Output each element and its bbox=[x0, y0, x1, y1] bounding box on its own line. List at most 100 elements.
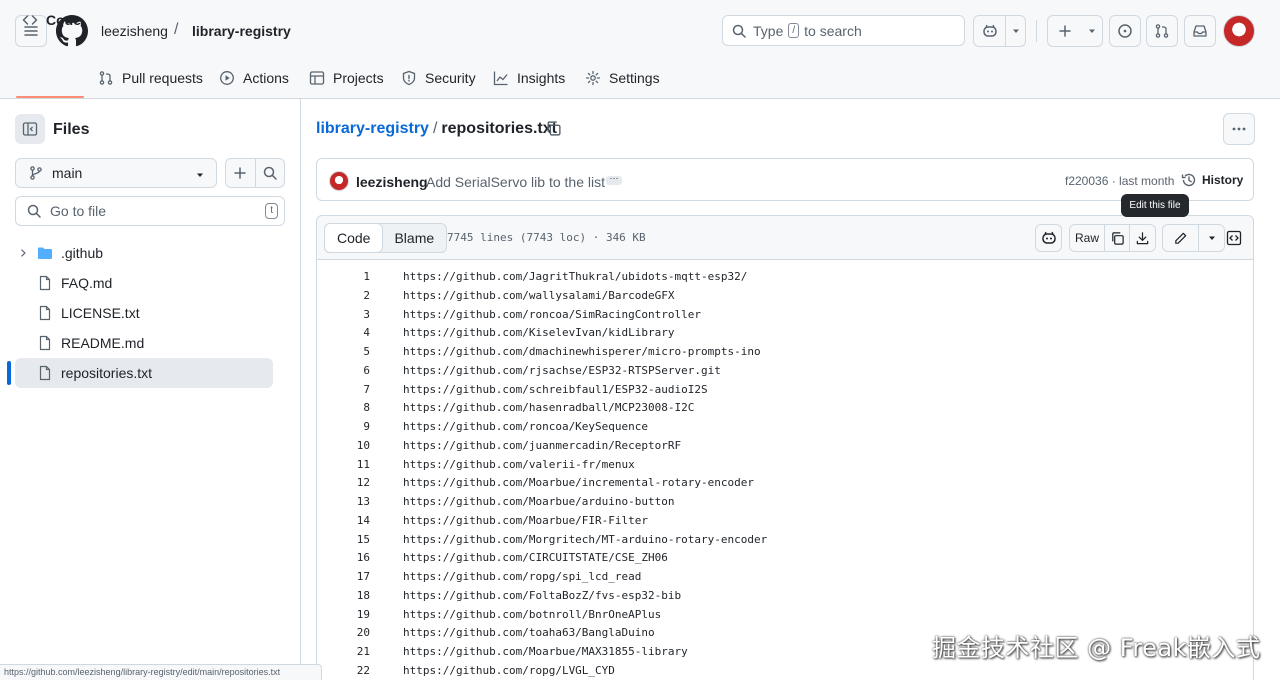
line-text: https://github.com/roncoa/KeySequence bbox=[403, 420, 649, 433]
create-new-split-button[interactable] bbox=[1047, 15, 1103, 47]
breadcrumb-separator: / bbox=[432, 120, 438, 137]
line-number[interactable]: 14 bbox=[317, 514, 370, 527]
user-avatar[interactable] bbox=[1223, 15, 1255, 47]
breadcrumb-repo-link[interactable]: library-registry bbox=[316, 120, 429, 137]
pull-requests-button[interactable] bbox=[1146, 15, 1178, 47]
table-icon bbox=[309, 71, 325, 85]
copilot-split-button[interactable] bbox=[973, 15, 1026, 47]
copilot-dropdown[interactable] bbox=[1005, 16, 1025, 46]
line-number[interactable]: 10 bbox=[317, 439, 370, 452]
shield-icon bbox=[402, 70, 416, 86]
search-files-button[interactable] bbox=[254, 159, 285, 187]
tree-item-readme[interactable]: README.md bbox=[15, 328, 273, 358]
tab-pull-requests[interactable]: Pull requests bbox=[98, 58, 203, 98]
line-number[interactable]: 11 bbox=[317, 458, 370, 471]
add-file-button[interactable] bbox=[226, 159, 255, 187]
edit-file-button[interactable] bbox=[1163, 225, 1198, 251]
go-to-file-input[interactable]: Go to file t bbox=[15, 196, 285, 226]
copy-raw-button[interactable] bbox=[1104, 225, 1129, 251]
triangle-down-icon bbox=[1089, 29, 1095, 33]
code-view-button[interactable]: Code bbox=[324, 223, 384, 253]
copilot-button[interactable] bbox=[974, 16, 1005, 46]
copy-path-icon[interactable] bbox=[545, 120, 562, 137]
commit-expand-button[interactable]: ··· bbox=[606, 174, 622, 185]
tree-item-license[interactable]: LICENSE.txt bbox=[15, 298, 273, 328]
line-number[interactable]: 5 bbox=[317, 345, 370, 358]
line-text: https://github.com/schreibfaul1/ESP32-au… bbox=[403, 382, 708, 396]
tab-settings-label: Settings bbox=[609, 70, 660, 86]
file-icon bbox=[39, 275, 51, 291]
tab-insights-label: Insights bbox=[517, 70, 566, 86]
commit-author[interactable]: leezisheng bbox=[356, 174, 428, 190]
issues-button[interactable] bbox=[1109, 15, 1141, 47]
blame-view-button[interactable]: Blame bbox=[382, 224, 446, 252]
line-text: https://github.com/wallysalami/BarcodeGF… bbox=[403, 288, 675, 302]
download-raw-button[interactable] bbox=[1129, 225, 1154, 251]
line-text: https://github.com/ropg/spi_lcd_read bbox=[403, 570, 642, 583]
line-number[interactable]: 8 bbox=[317, 401, 370, 414]
raw-button[interactable]: Raw bbox=[1070, 225, 1104, 251]
line-number[interactable]: 16 bbox=[317, 551, 370, 564]
line-number[interactable]: 17 bbox=[317, 570, 370, 583]
create-new-button[interactable] bbox=[1048, 16, 1082, 46]
line-number[interactable]: 7 bbox=[317, 383, 370, 396]
commit-author-avatar[interactable] bbox=[329, 171, 349, 191]
tree-item-repositories[interactable]: repositories.txt bbox=[15, 358, 273, 388]
edit-split-button bbox=[1162, 224, 1225, 252]
line-number[interactable]: 3 bbox=[317, 308, 370, 321]
collapse-sidebar-button[interactable] bbox=[15, 114, 45, 144]
line-number[interactable]: 20 bbox=[317, 626, 370, 639]
repo-owner-link[interactable]: leezisheng bbox=[101, 23, 168, 39]
symbols-panel-button[interactable] bbox=[1220, 224, 1248, 252]
tab-insights[interactable]: Insights bbox=[493, 58, 565, 98]
code-line: 8 https://github.com/hasenradball/MCP2300… bbox=[317, 398, 1253, 417]
line-number[interactable]: 1 bbox=[317, 270, 370, 283]
line-number[interactable]: 18 bbox=[317, 589, 370, 602]
tree-item-faq[interactable]: FAQ.md bbox=[15, 268, 273, 298]
tab-actions[interactable]: Actions bbox=[219, 58, 289, 98]
commit-message[interactable]: Add SerialServo lib to the list bbox=[426, 174, 605, 190]
line-number[interactable]: 6 bbox=[317, 364, 370, 377]
tab-security-label: Security bbox=[425, 70, 476, 86]
line-text: https://github.com/Moarbue/MAX31855-libr… bbox=[403, 645, 688, 658]
line-number[interactable]: 9 bbox=[317, 420, 370, 433]
more-options-button[interactable] bbox=[1223, 113, 1255, 145]
line-number[interactable]: 15 bbox=[317, 533, 370, 546]
line-number[interactable]: 13 bbox=[317, 495, 370, 508]
tab-projects[interactable]: Projects bbox=[309, 58, 384, 98]
code-line: 2 https://github.com/wallysalami/BarcodeG… bbox=[317, 286, 1253, 305]
search-input[interactable]: Type / to search bbox=[722, 15, 965, 46]
line-number[interactable]: 22 bbox=[317, 664, 370, 677]
line-number[interactable]: 21 bbox=[317, 645, 370, 658]
pull-request-icon bbox=[99, 71, 113, 85]
line-text: https://github.com/ropg/LVGL_CYD bbox=[403, 663, 615, 677]
line-number[interactable]: 4 bbox=[317, 326, 370, 339]
inbox-icon bbox=[1193, 25, 1207, 37]
tab-actions-label: Actions bbox=[243, 70, 289, 86]
history-button[interactable]: History bbox=[1181, 172, 1243, 188]
line-text: https://github.com/KiselevIvan/kidLibrar… bbox=[403, 326, 675, 340]
search-icon bbox=[263, 166, 277, 180]
file-icon bbox=[39, 335, 51, 351]
inbox-button[interactable] bbox=[1184, 15, 1216, 47]
commit-hash-time[interactable]: f220036 · last month bbox=[1065, 174, 1174, 188]
line-number[interactable]: 19 bbox=[317, 608, 370, 621]
view-mode-toggle: Code Blame bbox=[324, 223, 448, 253]
path-separator: / bbox=[174, 21, 179, 38]
tab-pull-requests-label: Pull requests bbox=[122, 70, 203, 86]
repo-name-link[interactable]: library-registry bbox=[192, 23, 291, 39]
tree-item-github-folder[interactable]: .github bbox=[15, 238, 273, 268]
gear-icon bbox=[585, 70, 601, 86]
create-new-dropdown[interactable] bbox=[1082, 16, 1102, 46]
line-text: https://github.com/valerii-fr/menux bbox=[403, 457, 635, 471]
copilot-ask-button[interactable] bbox=[1035, 224, 1062, 252]
branch-selector[interactable]: main bbox=[15, 158, 217, 188]
code-line: 7 https://github.com/schreibfaul1/ESP32-a… bbox=[317, 380, 1253, 399]
line-number[interactable]: 2 bbox=[317, 289, 370, 302]
tab-security[interactable]: Security bbox=[401, 58, 476, 98]
pencil-icon bbox=[1175, 232, 1187, 244]
issue-opened-icon bbox=[1118, 24, 1132, 38]
tab-code[interactable]: Code bbox=[22, 0, 81, 40]
tab-settings[interactable]: Settings bbox=[585, 58, 660, 98]
line-number[interactable]: 12 bbox=[317, 476, 370, 489]
